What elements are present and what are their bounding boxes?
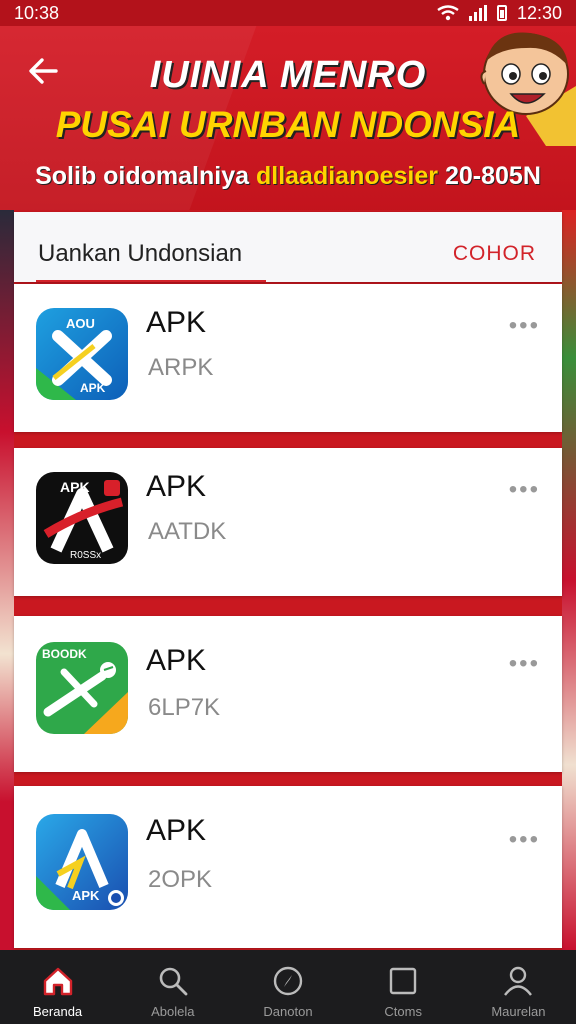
app-subtitle: AATDK (148, 518, 227, 545)
nav-label: Maurelan (491, 1004, 546, 1019)
app-name: APK (146, 470, 207, 503)
app-icon-blue-x: AOU APK (36, 308, 128, 400)
banner-title: IUINIA MENRO (149, 54, 427, 96)
more-options-icon[interactable]: ••• (509, 826, 540, 854)
app-icon-green-plane: BOODK (36, 642, 128, 734)
home-icon (43, 967, 72, 996)
nav-item-profile[interactable]: Maurelan (461, 950, 576, 1024)
list-item[interactable]: BOODK APK 6LP7K ••• (14, 616, 562, 772)
nav-label: Beranda (33, 1004, 83, 1019)
app-icon-label-top: BOODK (42, 647, 87, 661)
search-icon (159, 967, 188, 996)
more-options-icon[interactable]: ••• (509, 650, 540, 678)
nav-item-explore[interactable]: Danoton (230, 950, 345, 1024)
app-name: APK (146, 644, 207, 677)
app-name: APK (146, 306, 207, 339)
more-options-icon[interactable]: ••• (509, 312, 540, 340)
app-name: APK (146, 814, 207, 847)
profile-icon (504, 966, 533, 996)
section-action-button[interactable]: COHOR (453, 242, 536, 266)
wifi-icon (437, 5, 459, 21)
more-options-icon[interactable]: ••• (509, 476, 540, 504)
banner-tagline-a: Solib oidomalniya (35, 162, 250, 190)
status-time-right: 12:30 (516, 2, 562, 23)
square-icon (390, 967, 417, 995)
signal-icon (468, 5, 487, 21)
nav-label: Abolela (151, 1004, 195, 1019)
section-title: Uankan Undonsian (38, 240, 243, 267)
app-icon-blue-a: APK (36, 814, 128, 910)
background-left-strip (0, 210, 14, 950)
nav-item-square[interactable]: Ctoms (346, 950, 461, 1024)
app-icon-black-a: APK R0SSx (36, 472, 128, 564)
banner-subtitle: PUSAI URNBAN NDONSIA (55, 104, 521, 145)
app-icon-label-top: AOU (66, 316, 95, 331)
bottom-navigation: Beranda Abolela Danoton Ctoms Maurelan (0, 950, 576, 1024)
app-icon-label-top: APK (60, 479, 90, 495)
section-header: Uankan Undonsian COHOR (14, 212, 562, 282)
nav-label: Danoton (263, 1004, 313, 1019)
app-subtitle: 2OPK (148, 866, 213, 893)
app-subtitle: 6LP7K (148, 694, 221, 721)
banner-tagline-c: 20-805N (444, 162, 541, 190)
list-item[interactable]: APK APK 2OPK ••• (14, 786, 562, 948)
app-subtitle: ARPK (148, 354, 214, 381)
compass-icon (273, 966, 303, 996)
nav-item-search[interactable]: Abolela (115, 950, 230, 1024)
app-icon-label-bottom: APK (72, 888, 100, 903)
list-item[interactable]: AOU APK APK ARPK ••• (14, 284, 562, 432)
banner-tagline-b: dllaadianoesier (255, 162, 439, 190)
banner-tagline: Solib oidomalniya dllaadianoesier 20-805… (0, 162, 576, 191)
background-right-strip (562, 210, 576, 950)
section-title-underline (36, 280, 266, 282)
header-banner: IUINIA MENRO PUSAI URNBAN NDONSIA Solib … (0, 26, 576, 210)
app-icon-label-bottom: APK (80, 381, 106, 395)
nav-label: Ctoms (384, 1004, 422, 1019)
status-time: 10:38 (14, 2, 60, 23)
status-bar: 10:38 12:30 (0, 0, 576, 26)
battery-icon (496, 5, 507, 21)
list-item[interactable]: APK R0SSx APK AATDK ••• (14, 448, 562, 596)
app-icon-label-bottom: R0SSx (70, 550, 101, 561)
nav-item-home[interactable]: Beranda (0, 950, 115, 1024)
